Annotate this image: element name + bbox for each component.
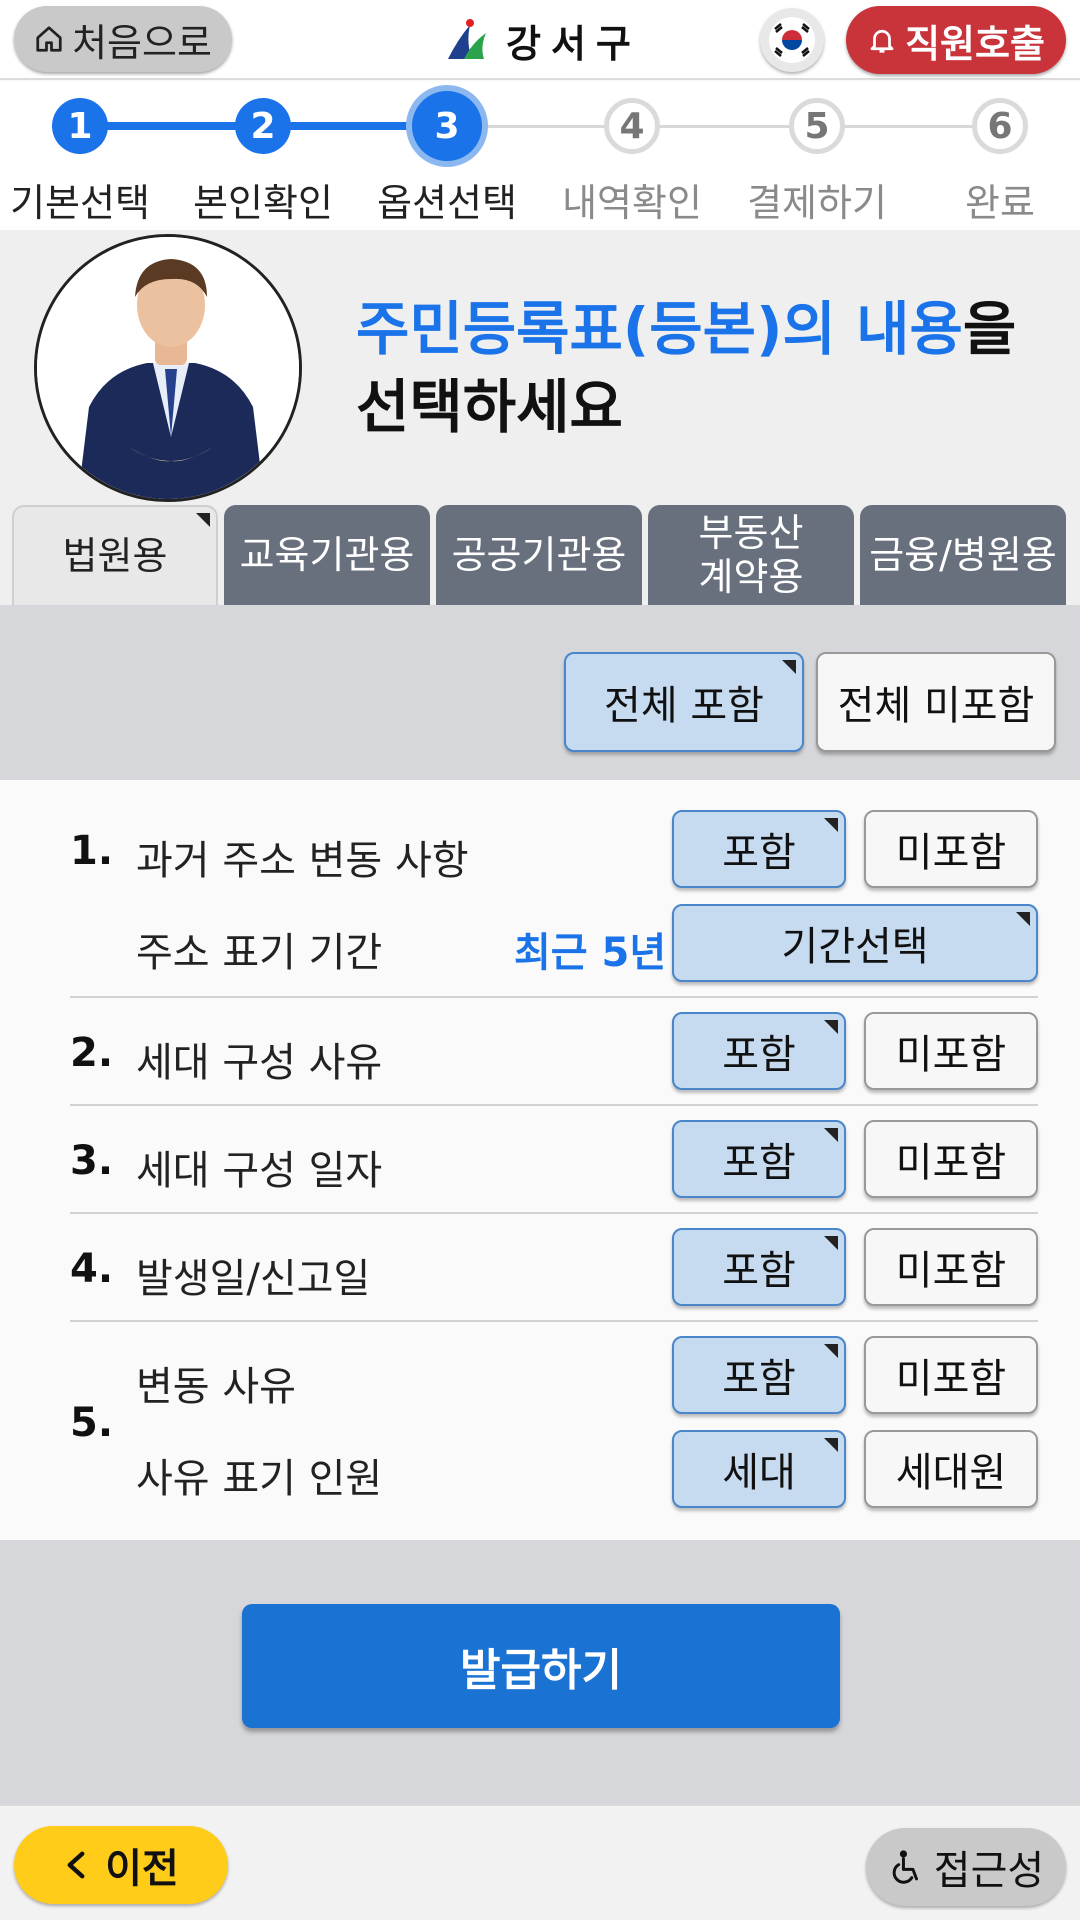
period-value: 최근 5년 xyxy=(514,930,667,976)
step-number: 4 xyxy=(604,98,660,154)
option-label: 사유 표기 인원 xyxy=(136,1456,383,1502)
step-number: 3 xyxy=(412,91,482,161)
tab-label-line: 계약용 xyxy=(698,555,804,599)
tab-label-line: 부동산 xyxy=(698,511,804,555)
include-button[interactable]: 포함 xyxy=(672,1012,846,1090)
divider xyxy=(70,1104,1038,1106)
gangseo-logo: 강서구 xyxy=(442,12,641,68)
step-2: 2 본인확인 xyxy=(171,98,355,227)
home-icon xyxy=(36,26,62,52)
include-button[interactable]: 포함 xyxy=(672,810,846,888)
step-number: 5 xyxy=(789,98,845,154)
page-title: 주민등록표(등본)의 내용을 선택하세요 xyxy=(356,290,1056,446)
exclude-button[interactable]: 미포함 xyxy=(864,1228,1038,1306)
issue-button[interactable]: 발급하기 xyxy=(242,1604,840,1728)
language-button[interactable] xyxy=(760,8,824,72)
period-select-button[interactable]: 기간선택 xyxy=(672,904,1038,982)
title-highlight: 주민등록표(등본)의 내용 xyxy=(356,295,963,363)
step-1: 1 기본선택 xyxy=(0,98,172,227)
wheelchair-icon xyxy=(892,1850,918,1884)
option-label: 변동 사유 xyxy=(136,1364,296,1410)
option-label: 세대 구성 일자 xyxy=(136,1148,383,1194)
header: 처음으로 강서구 직원호출 xyxy=(0,0,1080,80)
avatar xyxy=(34,234,302,502)
include-button[interactable]: 포함 xyxy=(672,1228,846,1306)
exclude-all-button[interactable]: 전체 미포함 xyxy=(816,652,1056,752)
divider xyxy=(70,996,1038,998)
step-3: 3 옵션선택 xyxy=(355,91,539,227)
household-member-button[interactable]: 세대원 xyxy=(864,1430,1038,1508)
step-label: 내역확인 xyxy=(562,181,702,225)
options-list: 1. 과거 주소 변동 사항 포함 미포함 주소 표기 기간 최근 5년 기간선… xyxy=(0,780,1080,1540)
option-number: 2. xyxy=(70,1030,114,1076)
divider xyxy=(70,1212,1038,1214)
option-number: 1. xyxy=(70,828,114,874)
title-suffix: 을 xyxy=(962,295,1017,363)
step-label: 결제하기 xyxy=(747,181,887,225)
tab-public[interactable]: 공공기관용 xyxy=(436,505,642,605)
tab-education[interactable]: 교육기관용 xyxy=(224,505,430,605)
gangseo-emblem-icon xyxy=(448,19,486,59)
purpose-tabs: 법원용 교육기관용 공공기관용 부동산 계약용 금융/병원용 xyxy=(12,505,1068,605)
progress-stepper: 1 기본선택 2 본인확인 3 옵션선택 4 내역확인 5 결제하기 6 완료 xyxy=(0,82,1080,230)
accessibility-label: 접근성 xyxy=(933,1848,1045,1894)
chevron-left-icon xyxy=(67,1851,85,1879)
step-number: 1 xyxy=(52,98,108,154)
tab-court[interactable]: 법원용 xyxy=(12,505,218,605)
exclude-button[interactable]: 미포함 xyxy=(864,810,1038,888)
step-number: 2 xyxy=(235,98,291,154)
include-button[interactable]: 포함 xyxy=(672,1120,846,1198)
staff-call-label: 직원호출 xyxy=(905,21,1045,66)
step-label: 본인확인 xyxy=(193,181,333,225)
title-line-2: 선택하세요 xyxy=(356,373,623,441)
home-button[interactable]: 처음으로 xyxy=(14,6,232,72)
step-label: 기본선택 xyxy=(10,181,150,225)
home-button-label: 처음으로 xyxy=(72,20,212,65)
household-button[interactable]: 세대 xyxy=(672,1430,846,1508)
bell-icon xyxy=(870,29,894,53)
exclude-button[interactable]: 미포함 xyxy=(864,1336,1038,1414)
option-label: 세대 구성 사유 xyxy=(136,1040,383,1086)
footer: 이전 접근성 xyxy=(0,1804,1080,1920)
option-label: 주소 표기 기간 xyxy=(136,930,383,976)
divider xyxy=(70,1320,1038,1322)
step-number: 6 xyxy=(972,98,1028,154)
previous-button[interactable]: 이전 xyxy=(14,1826,228,1904)
issue-area: 발급하기 xyxy=(0,1540,1080,1804)
option-label: 과거 주소 변동 사항 xyxy=(136,838,469,884)
include-button[interactable]: 포함 xyxy=(672,1336,846,1414)
step-label: 완료 xyxy=(965,181,1035,225)
include-all-button[interactable]: 전체 포함 xyxy=(564,652,804,752)
option-number: 4. xyxy=(70,1246,114,1292)
step-4: 4 내역확인 xyxy=(540,98,724,227)
select-all-bar: 전체 포함 전체 미포함 xyxy=(0,605,1080,780)
step-6: 6 완료 xyxy=(908,98,1080,227)
logo-text: 강서구 xyxy=(506,21,641,66)
exclude-button[interactable]: 미포함 xyxy=(864,1012,1038,1090)
option-number: 5. xyxy=(70,1400,114,1446)
korea-flag-icon xyxy=(769,17,815,63)
option-label: 발생일/신고일 xyxy=(136,1256,371,1302)
exclude-button[interactable]: 미포함 xyxy=(864,1120,1038,1198)
step-label: 옵션선택 xyxy=(377,181,517,225)
previous-label: 이전 xyxy=(105,1846,179,1892)
tab-finance-hospital[interactable]: 금융/병원용 xyxy=(860,505,1066,605)
staff-call-button[interactable]: 직원호출 xyxy=(846,6,1066,74)
sign-language-avatar-icon xyxy=(37,237,299,499)
tab-real-estate[interactable]: 부동산 계약용 xyxy=(648,505,854,605)
step-5: 5 결제하기 xyxy=(725,98,909,227)
accessibility-button[interactable]: 접근성 xyxy=(866,1828,1066,1906)
option-number: 3. xyxy=(70,1138,114,1184)
